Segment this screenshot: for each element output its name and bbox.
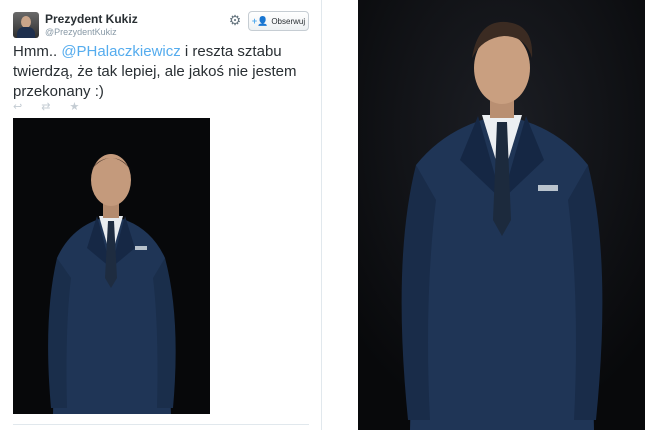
model-in-suit-illustration (358, 0, 645, 430)
tweet-text-start: Hmm.. (13, 43, 62, 60)
divider (13, 424, 309, 425)
avatar[interactable] (13, 12, 39, 38)
tweet-text: Hmm.. @PHalaczkiewicz i reszta sztabu tw… (13, 42, 313, 102)
avatar-body (17, 27, 35, 38)
retweet-icon[interactable]: ⇄ (41, 100, 50, 114)
gear-icon[interactable]: ⚙ (227, 12, 243, 28)
author-name[interactable]: Prezydent Kukiz (45, 12, 138, 26)
tweet-actions: ↩ ⇄ ★ (13, 100, 79, 114)
follow-user-icon: +👤 (251, 15, 269, 26)
star-icon[interactable]: ★ (69, 100, 79, 114)
model-photo (358, 0, 645, 430)
author-handle[interactable]: @PrezydentKukiz (45, 27, 117, 37)
follow-button[interactable]: +👤 Obserwuj (248, 11, 309, 31)
reply-icon[interactable]: ↩ (13, 100, 22, 114)
tweet-card: Prezydent Kukiz @PrezydentKukiz ⚙ +👤 Obs… (0, 0, 322, 430)
follow-button-label: Obserwuj (271, 16, 306, 26)
mention-link[interactable]: @PHalaczkiewicz (61, 43, 180, 60)
man-in-suit-illustration (13, 118, 210, 414)
tweet-photo[interactable] (13, 118, 210, 414)
